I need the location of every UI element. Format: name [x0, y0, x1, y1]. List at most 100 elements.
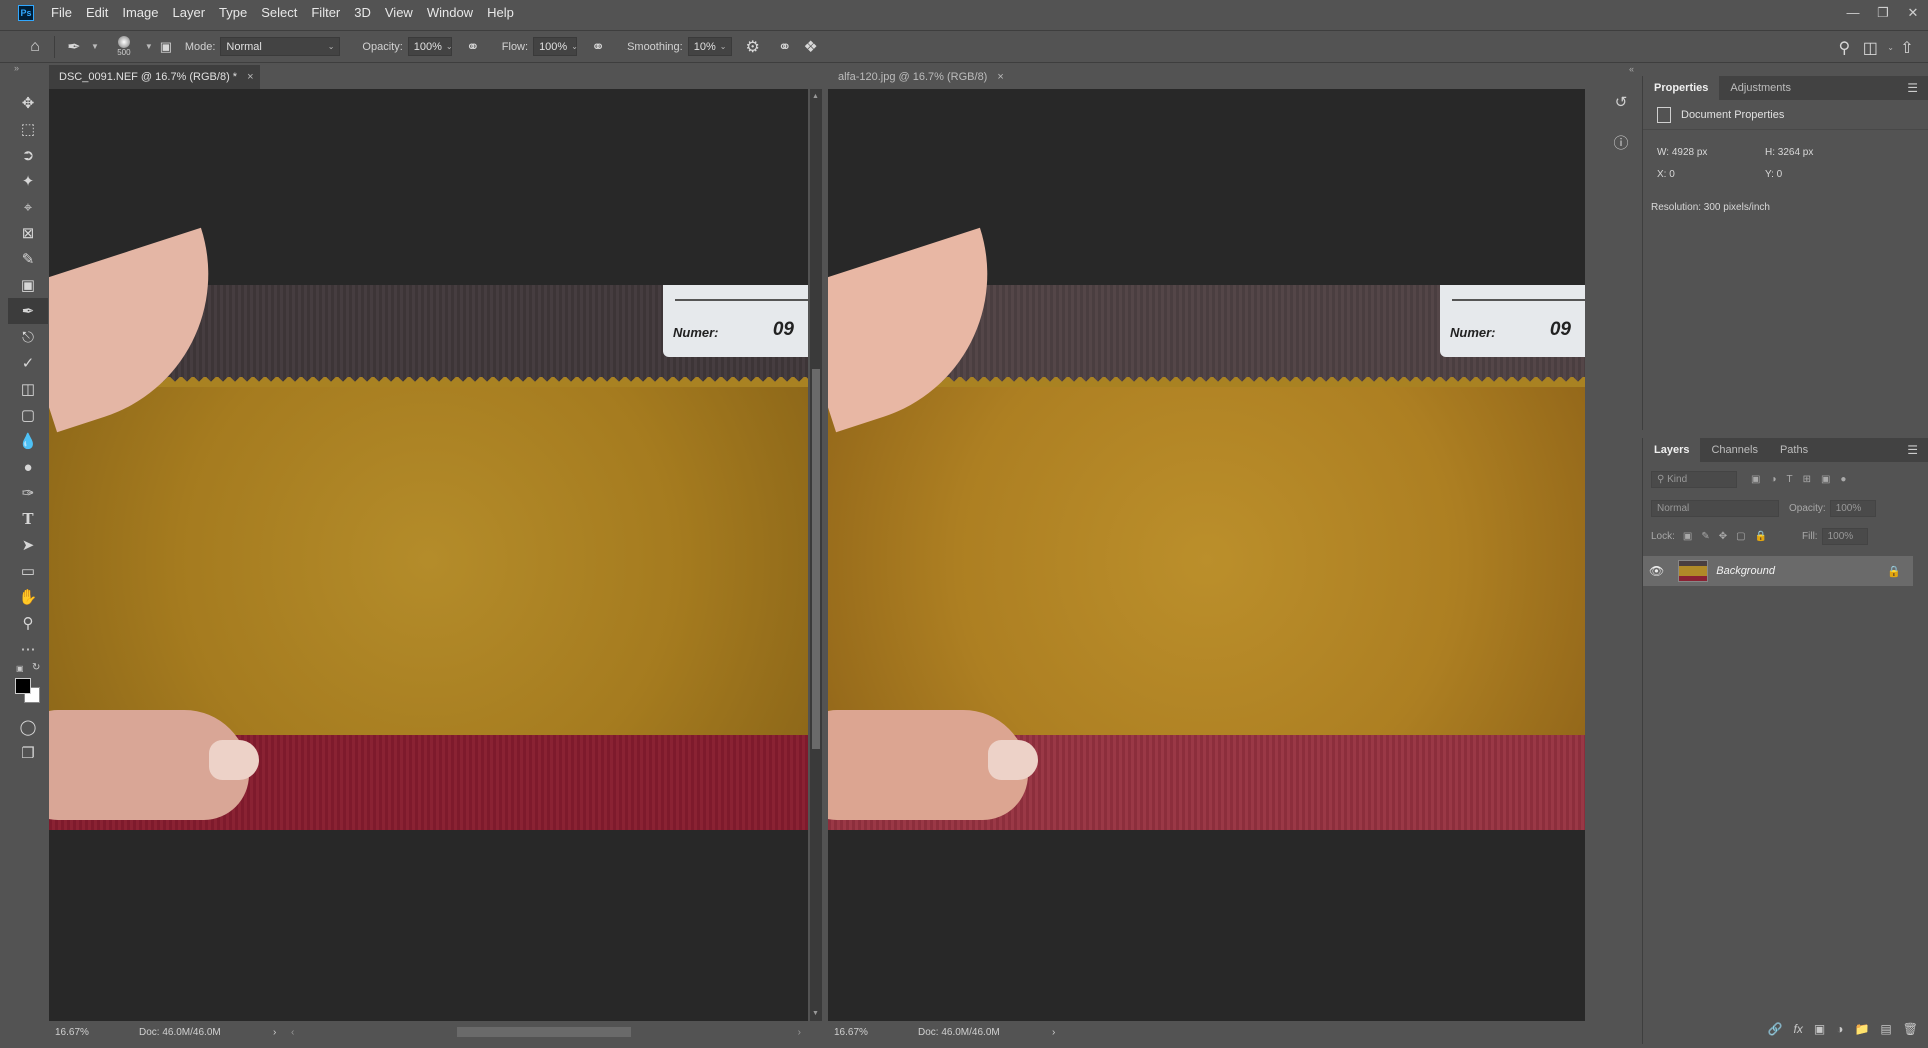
- marquee-tool-icon[interactable]: ⬚: [8, 116, 48, 142]
- lock-icon[interactable]: 🔒: [1887, 565, 1901, 578]
- dodge-tool-icon[interactable]: ●: [8, 454, 48, 480]
- symmetry-icon[interactable]: ❖: [798, 37, 824, 57]
- history-brush-tool-icon[interactable]: ✓: [8, 350, 48, 376]
- width-value[interactable]: W: 4928 px: [1657, 147, 1707, 158]
- adjustment-layer-icon[interactable]: ◑: [1836, 1022, 1843, 1036]
- type-tool-icon[interactable]: T: [8, 506, 48, 532]
- new-group-icon[interactable]: 📁: [1854, 1022, 1869, 1036]
- brush-settings-icon[interactable]: ▣: [153, 39, 179, 55]
- tab-channels[interactable]: Channels: [1700, 438, 1768, 462]
- menu-image[interactable]: Image: [115, 0, 165, 25]
- rectangle-tool-icon[interactable]: ▭: [8, 558, 48, 584]
- quick-selection-tool-icon[interactable]: ✦: [8, 168, 48, 194]
- close-icon[interactable]: ✕: [1898, 0, 1928, 25]
- healing-brush-tool-icon[interactable]: ▣: [8, 272, 48, 298]
- info-icon[interactable]: ⓘ: [1604, 122, 1638, 162]
- chevron-down-icon[interactable]: ▼: [91, 42, 99, 51]
- brush-size-picker[interactable]: 500: [107, 36, 141, 57]
- eye-icon[interactable]: 👁: [1649, 564, 1664, 578]
- minimize-icon[interactable]: —: [1838, 0, 1868, 25]
- trash-icon[interactable]: 🗑: [1903, 1022, 1918, 1036]
- home-icon[interactable]: ⌂: [22, 38, 48, 56]
- swap-colors-icon[interactable]: ↻: [32, 662, 40, 673]
- pressure-size-icon[interactable]: ⚭: [772, 37, 798, 57]
- chevron-down-icon[interactable]: ▼: [145, 42, 153, 51]
- close-icon[interactable]: ×: [997, 71, 1003, 83]
- menu-edit[interactable]: Edit: [79, 0, 115, 25]
- more-tools-icon[interactable]: ⋯: [8, 636, 48, 662]
- y-value[interactable]: Y: 0: [1765, 169, 1782, 180]
- blend-mode-select[interactable]: Normal: [1651, 500, 1779, 517]
- gear-icon[interactable]: ⚙: [740, 37, 766, 57]
- collapse-arrows-icon[interactable]: »: [14, 63, 19, 73]
- quick-mask-icon[interactable]: ◯: [8, 714, 48, 740]
- layer-kind-filter[interactable]: ⚲ Kind: [1651, 471, 1737, 488]
- restore-icon[interactable]: ❐: [1868, 0, 1898, 25]
- menu-window[interactable]: Window: [420, 0, 480, 25]
- canvas-document-2[interactable]: Numer: 09: [828, 89, 1585, 1021]
- brush-tool-preset-icon[interactable]: ✒: [61, 37, 87, 57]
- tab-adjustments[interactable]: Adjustments: [1719, 76, 1802, 100]
- clone-stamp-tool-icon[interactable]: ⎋: [8, 324, 48, 350]
- menu-layer[interactable]: Layer: [166, 0, 213, 25]
- frame-tool-icon[interactable]: ⊠: [8, 220, 48, 246]
- blur-tool-icon[interactable]: 💧: [8, 428, 48, 454]
- scroll-up-icon[interactable]: ▲: [812, 93, 819, 100]
- pressure-opacity-icon[interactable]: ⚭: [460, 37, 486, 57]
- canvas-document-1[interactable]: Numer: 09: [49, 89, 808, 1021]
- menu-select[interactable]: Select: [254, 0, 304, 25]
- scroll-left-icon[interactable]: ‹: [291, 1027, 294, 1038]
- new-layer-icon[interactable]: ▤: [1880, 1022, 1891, 1036]
- opacity-input[interactable]: 100% ⌄: [407, 37, 453, 56]
- panel-menu-icon[interactable]: ☰: [1907, 81, 1918, 95]
- zoom-level[interactable]: 16.67%: [55, 1027, 139, 1038]
- smoothing-input[interactable]: 10% ⌄: [687, 37, 732, 56]
- tab-document-2[interactable]: alfa-120.jpg @ 16.7% (RGB/8) ×: [828, 65, 1015, 89]
- mode-select[interactable]: Normal ⌄: [220, 37, 341, 56]
- tab-layers[interactable]: Layers: [1643, 438, 1701, 462]
- chevron-right-icon[interactable]: ›: [1052, 1027, 1055, 1038]
- lasso-tool-icon[interactable]: ➲: [8, 142, 48, 168]
- brush-tool-icon[interactable]: ✒: [8, 298, 48, 324]
- tab-properties[interactable]: Properties: [1643, 76, 1720, 100]
- scroll-thumb[interactable]: [812, 369, 820, 749]
- fx-icon[interactable]: fx: [1794, 1022, 1803, 1036]
- horizontal-scroll-thumb[interactable]: [457, 1027, 631, 1037]
- tab-document-1[interactable]: DSC_0091.NEF @ 16.7% (RGB/8) * ×: [49, 65, 260, 89]
- add-mask-icon[interactable]: ▣: [1814, 1022, 1825, 1036]
- tab-paths[interactable]: Paths: [1769, 438, 1819, 462]
- menu-filter[interactable]: Filter: [304, 0, 347, 25]
- screen-mode-icon[interactable]: ❐: [8, 740, 48, 766]
- panel-menu-icon[interactable]: ☰: [1907, 443, 1918, 457]
- layer-row[interactable]: 👁 Background 🔒: [1643, 556, 1913, 586]
- share-icon[interactable]: ⇧: [1894, 38, 1920, 58]
- chevron-down-icon[interactable]: ⌄: [1887, 43, 1894, 52]
- search-icon[interactable]: ⚲: [1831, 38, 1857, 58]
- foreground-color-swatch[interactable]: [15, 678, 31, 694]
- default-colors-icon[interactable]: ▣: [16, 664, 24, 673]
- eraser-tool-icon[interactable]: ◫: [8, 376, 48, 402]
- menu-type[interactable]: Type: [212, 0, 254, 25]
- scroll-down-icon[interactable]: ▼: [812, 1010, 819, 1017]
- flow-input[interactable]: 100% ⌄: [533, 37, 578, 56]
- layer-name[interactable]: Background: [1716, 565, 1775, 577]
- vertical-scrollbar[interactable]: ▲ ▼: [810, 89, 822, 1021]
- menu-view[interactable]: View: [378, 0, 420, 25]
- layer-opacity-input[interactable]: 100%: [1829, 500, 1876, 517]
- link-layers-icon[interactable]: 🔗: [1768, 1022, 1783, 1036]
- crop-tool-icon[interactable]: ⌖: [8, 194, 48, 220]
- history-icon[interactable]: ↺: [1604, 82, 1638, 122]
- scroll-right-icon[interactable]: ›: [798, 1027, 801, 1038]
- menu-help[interactable]: Help: [480, 0, 521, 25]
- filter-type-icons[interactable]: ▣◑T⊞▣●: [1751, 474, 1856, 485]
- lock-options-icons[interactable]: ▣✎✥▢🔒: [1683, 531, 1776, 542]
- collapse-arrows-icon[interactable]: «: [1629, 64, 1634, 74]
- height-value[interactable]: H: 3264 px: [1765, 147, 1813, 158]
- gradient-tool-icon[interactable]: ▢: [8, 402, 48, 428]
- hand-tool-icon[interactable]: ✋: [8, 584, 48, 610]
- move-tool-icon[interactable]: ✥: [8, 90, 48, 116]
- zoom-level[interactable]: 16.67%: [834, 1027, 918, 1038]
- eyedropper-tool-icon[interactable]: ✎: [8, 246, 48, 272]
- airbrush-icon[interactable]: ⚭: [585, 37, 611, 57]
- pen-tool-icon[interactable]: ✑: [8, 480, 48, 506]
